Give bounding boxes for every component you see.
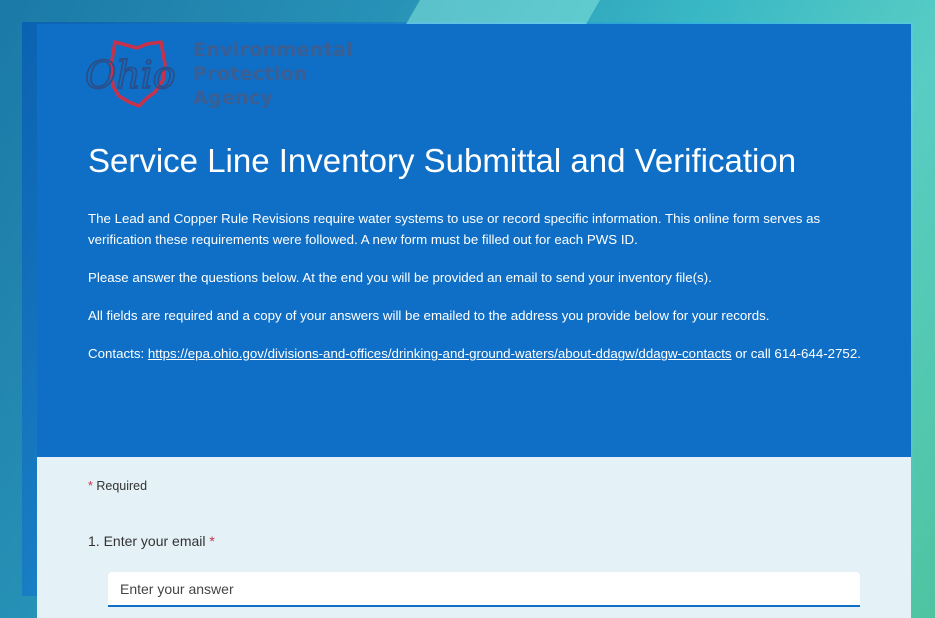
form-title: Service Line Inventory Submittal and Ver… xyxy=(88,142,797,179)
required-star: * xyxy=(209,533,215,549)
form-header: Ohio Environmental Protection Agency Ser… xyxy=(37,24,911,457)
logo-ohio-text: Ohio xyxy=(85,53,176,97)
form-body: * Required 1. Enter your email * xyxy=(37,457,911,618)
description-paragraph: The Lead and Copper Rule Revisions requi… xyxy=(88,211,821,247)
email-answer-input[interactable] xyxy=(108,572,860,607)
ohio-epa-logo: Ohio Environmental Protection Agency xyxy=(85,36,365,110)
description-paragraph: Please answer the questions below. At th… xyxy=(88,270,712,285)
required-label: Required xyxy=(92,479,148,493)
ohio-state-logo-icon: Ohio xyxy=(85,40,177,108)
page-background: Ohio Environmental Protection Agency Ser… xyxy=(0,0,935,618)
question-text: 1. Enter your email xyxy=(88,533,210,549)
form-description: The Lead and Copper Rule Revisions requi… xyxy=(88,208,868,381)
description-paragraph: All fields are required and a copy of yo… xyxy=(88,308,770,323)
logo-line-protection: Protection xyxy=(193,63,308,85)
form-card: Ohio Environmental Protection Agency Ser… xyxy=(37,24,911,618)
contacts-prefix: Contacts: xyxy=(88,346,148,361)
logo-wordmark: Environmental Protection Agency xyxy=(193,38,353,110)
question-email-label: 1. Enter your email * xyxy=(88,533,215,549)
logo-line-agency: Agency xyxy=(193,87,274,109)
required-note: * Required xyxy=(88,479,147,493)
contacts-link[interactable]: https://epa.ohio.gov/divisions-and-offic… xyxy=(148,346,732,361)
contacts-paragraph: Contacts: https://epa.ohio.gov/divisions… xyxy=(88,343,868,364)
contacts-suffix: or call 614-644-2752. xyxy=(731,346,861,361)
logo-line-environmental: Environmental xyxy=(193,39,353,61)
